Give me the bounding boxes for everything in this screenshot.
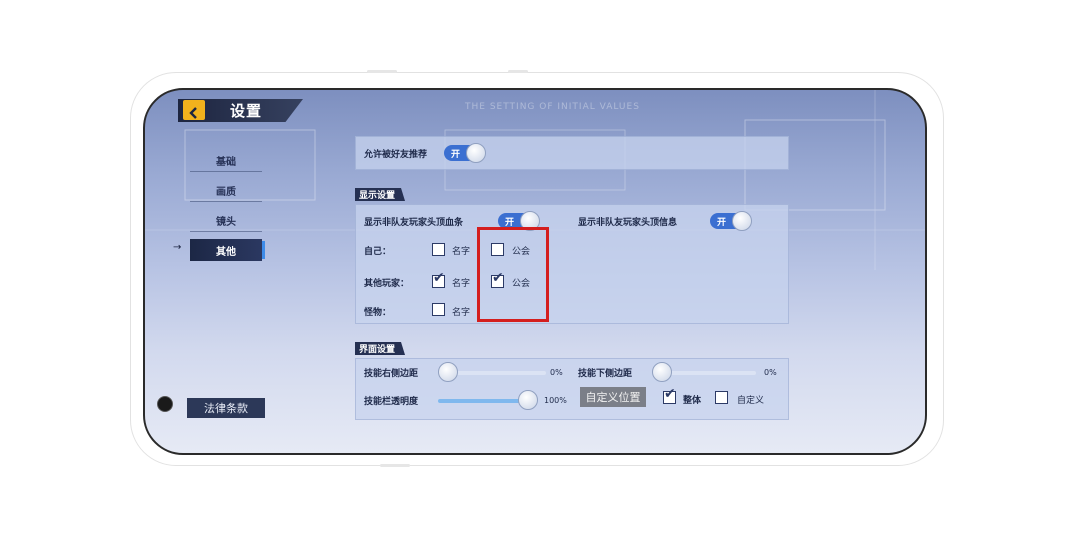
right-margin-value: 0% bbox=[550, 368, 563, 377]
bottom-margin-slider[interactable] bbox=[658, 371, 756, 375]
friend-recommend-toggle[interactable]: 开 bbox=[444, 143, 486, 163]
opacity-fill bbox=[438, 399, 526, 403]
highlight-box bbox=[477, 227, 549, 322]
toggle-state: 开 bbox=[451, 150, 461, 160]
monster-name-label: 名字 bbox=[452, 308, 471, 318]
opacity-knob[interactable] bbox=[518, 390, 538, 410]
check-icon: ✔ bbox=[433, 270, 445, 286]
phone-side-button bbox=[367, 70, 397, 73]
interface-settings-panel: 技能右侧边距 0% 技能下侧边距 0% 技能栏透明度 100% bbox=[355, 358, 789, 420]
health-bar-label: 显示非队友玩家头顶血条 bbox=[364, 218, 464, 228]
bottom-margin-value: 0% bbox=[764, 368, 777, 377]
interface-section-title: 界面设置 bbox=[355, 342, 406, 355]
sidebar-item-other[interactable]: 其他 bbox=[190, 239, 265, 261]
back-arrow-icon bbox=[188, 104, 200, 119]
friend-recommend-panel: 允许被好友推荐 开 bbox=[355, 136, 789, 170]
right-margin-knob[interactable] bbox=[438, 362, 458, 382]
page-title: 设置 bbox=[230, 102, 263, 120]
display-section-title: 显示设置 bbox=[355, 188, 406, 201]
right-margin-slider[interactable] bbox=[444, 371, 546, 375]
friend-recommend-label: 允许被好友推荐 bbox=[364, 150, 428, 160]
toggle-knob bbox=[732, 211, 752, 231]
whole-label: 整体 bbox=[683, 396, 702, 406]
phone-side-button bbox=[508, 70, 528, 73]
custom-position-button[interactable]: 自定义位置 bbox=[580, 387, 646, 407]
others-name-label: 名字 bbox=[452, 279, 471, 289]
active-indicator-icon: → bbox=[173, 242, 182, 253]
legal-terms-button[interactable]: 法律条款 bbox=[187, 398, 265, 418]
phone-side-button bbox=[380, 464, 410, 467]
monster-name-checkbox[interactable] bbox=[432, 303, 445, 316]
right-margin-label: 技能右侧边距 bbox=[364, 369, 419, 379]
whole-checkbox[interactable]: ✔ bbox=[663, 387, 676, 404]
back-button[interactable] bbox=[183, 100, 205, 120]
bottom-margin-knob[interactable] bbox=[652, 362, 672, 382]
sidebar-item-camera[interactable]: 镜头 bbox=[190, 209, 262, 232]
toggle-state: 开 bbox=[717, 218, 727, 228]
display-settings-panel: 显示非队友玩家头顶血条 开 显示非队友玩家头顶信息 开 自己： 名字 公会 其他… bbox=[355, 204, 789, 324]
others-row-label: 其他玩家： bbox=[364, 279, 410, 289]
opacity-slider[interactable] bbox=[438, 399, 526, 403]
opacity-value: 100% bbox=[544, 396, 567, 405]
header-watermark: THE SETTING OF INITIAL VALUES bbox=[465, 102, 640, 112]
toggle-knob bbox=[466, 143, 486, 163]
self-name-label: 名字 bbox=[452, 247, 471, 257]
custom-label: 自定义 bbox=[737, 396, 765, 406]
head-info-toggle[interactable]: 开 bbox=[710, 211, 752, 231]
check-icon: ✔ bbox=[664, 386, 676, 402]
front-camera bbox=[157, 396, 173, 412]
custom-checkbox[interactable] bbox=[715, 391, 728, 404]
bottom-margin-label: 技能下侧边距 bbox=[578, 369, 633, 379]
head-info-label: 显示非队友玩家头顶信息 bbox=[578, 218, 678, 228]
sidebar-item-graphics[interactable]: 画质 bbox=[190, 179, 262, 202]
opacity-label: 技能栏透明度 bbox=[364, 397, 419, 407]
game-screen: 设置 THE SETTING OF INITIAL VALUES 基础 画质 镜… bbox=[143, 88, 927, 455]
self-name-checkbox[interactable] bbox=[432, 243, 445, 256]
others-name-checkbox[interactable]: ✔ bbox=[432, 271, 445, 288]
monster-row-label: 怪物： bbox=[364, 308, 392, 318]
sidebar-item-basic[interactable]: 基础 bbox=[190, 149, 262, 172]
self-row-label: 自己： bbox=[364, 247, 392, 257]
